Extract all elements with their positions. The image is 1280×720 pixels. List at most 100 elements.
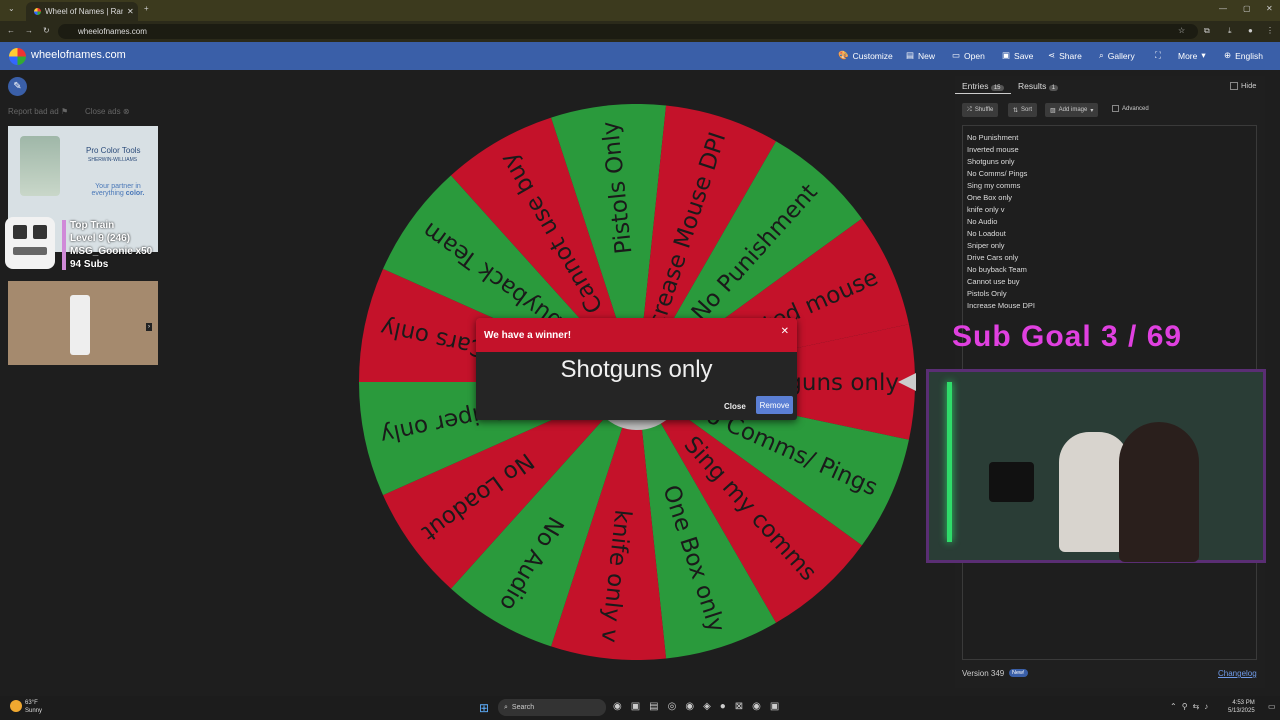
dialog-close-icon[interactable]: ✕ xyxy=(781,326,789,337)
start-icon[interactable]: ⊞ xyxy=(479,701,489,715)
shuffle-icon: ⤮ xyxy=(967,106,972,113)
nav-gallery[interactable]: ⌕ Gallery xyxy=(1099,50,1135,61)
shuffle-button[interactable]: ⤮ Shuffle xyxy=(962,103,999,117)
changelog-link[interactable]: Changelog xyxy=(1218,669,1257,678)
sort-button[interactable]: ⇅ Sort xyxy=(1008,103,1038,117)
forward-icon[interactable]: → xyxy=(25,26,33,35)
hide-toggle[interactable]: Hide xyxy=(1230,81,1256,90)
nav-customize[interactable]: 🎨 Customize xyxy=(838,50,893,61)
bottle-image xyxy=(70,295,90,355)
ad-brand: SHERWIN-WILLIAMS xyxy=(88,157,138,163)
search-icon: ⌕ xyxy=(1099,50,1104,60)
nav-label: Customize xyxy=(852,50,893,61)
train-subs: 94 Subs xyxy=(70,259,109,270)
notification-icon[interactable]: ▭ xyxy=(1268,702,1276,711)
system-tray-icons[interactable]: ⌃⚲⇆♪ xyxy=(1170,702,1213,711)
taskbar-search-label: Search xyxy=(511,704,535,711)
edit-pencil-button[interactable]: ✎ xyxy=(8,77,27,96)
shuffle-label: Shuffle xyxy=(974,107,994,113)
hide-checkbox[interactable] xyxy=(1230,81,1238,90)
entry-line: Drive Cars only xyxy=(967,253,1019,262)
ad-tagline: Your partner in everything color. xyxy=(84,183,152,197)
minimize-icon[interactable]: — xyxy=(1219,4,1227,13)
train-title: Top Train xyxy=(70,220,115,231)
hide-label: Hide xyxy=(1241,81,1257,90)
sort-label: Sort xyxy=(1021,107,1033,113)
close-window-icon[interactable]: ✕ xyxy=(1266,4,1273,13)
share-icon: ⋖ xyxy=(1048,50,1056,60)
sort-icon: ⇅ xyxy=(1013,107,1019,114)
nav-label: Save xyxy=(1014,50,1034,61)
nav-label: New xyxy=(918,50,936,61)
tab-entries[interactable]: Entries 15 xyxy=(962,81,1004,91)
remove-button[interactable]: Remove xyxy=(756,396,793,414)
browser-tab[interactable]: Wheel of Names | Random ✕ xyxy=(26,2,138,21)
weather-condition: Sunny xyxy=(25,708,43,714)
results-count-badge: 1 xyxy=(1048,85,1059,91)
profile-icon[interactable]: ● xyxy=(1248,26,1253,35)
top-train-info: Top Train Level 9 (246) MSG_Goonie x50 9… xyxy=(70,219,152,271)
taskbar-search[interactable]: ⌕ Search xyxy=(498,699,606,716)
bookmark-icon[interactable]: ☆ xyxy=(1178,26,1185,35)
add-image-button[interactable]: ▨ Add image ▾ xyxy=(1045,103,1099,117)
menu-icon[interactable]: ⋮ xyxy=(1266,26,1274,35)
weather-widget[interactable]: 63°F Sunny xyxy=(25,699,42,715)
back-icon[interactable]: ← xyxy=(7,26,15,35)
tab-search-icon[interactable]: ⌄ xyxy=(8,4,15,13)
new-badge: New! xyxy=(1009,669,1028,677)
entries-count-badge: 15 xyxy=(990,85,1004,91)
site-logo-icon[interactable] xyxy=(9,48,26,65)
nav-label: Gallery xyxy=(1107,50,1135,61)
nav-language[interactable]: ⊕ English xyxy=(1224,50,1263,61)
close-ads-link[interactable]: Close ads ⊗ xyxy=(85,107,130,116)
favicon-icon xyxy=(34,8,41,15)
add-image-label: Add image xyxy=(1058,107,1088,113)
chevron-down-icon: ▾ xyxy=(1090,107,1094,114)
nav-open[interactable]: ▭ Open xyxy=(952,50,985,61)
new-tab-icon[interactable]: + xyxy=(144,4,149,13)
train-gifter: MSG_Goonie x50 xyxy=(70,246,153,257)
url-input[interactable]: wheelofnames.com xyxy=(58,24,1198,39)
advanced-checkbox[interactable] xyxy=(1112,105,1119,112)
close-button[interactable]: Close xyxy=(724,402,746,411)
temperature: 63°F xyxy=(25,700,38,706)
extensions-icon[interactable]: ⧉ xyxy=(1204,26,1210,36)
version-label: Version 349 xyxy=(962,669,1005,678)
ad-title: Pro Color Tools xyxy=(86,146,141,155)
dialog-header: We have a winner! xyxy=(476,318,797,352)
clock-time: 4:53 PM xyxy=(1232,700,1255,706)
entry-line: No Audio xyxy=(967,217,998,226)
image-icon: ▨ xyxy=(1050,107,1056,114)
train-progress-bar xyxy=(62,220,66,270)
skip-ad-icon[interactable]: › xyxy=(146,323,152,331)
sub-goal-overlay: Sub Goal 3 / 69 xyxy=(952,320,1183,353)
tab-results-label: Results xyxy=(1018,81,1047,91)
nav-label: Share xyxy=(1059,50,1082,61)
report-ad-link[interactable]: Report bad ad ⚑ xyxy=(8,107,68,116)
tab-underline xyxy=(955,93,1011,94)
clock[interactable]: 4:53 PM 5/13/2025 xyxy=(1228,699,1255,715)
nav-new[interactable]: ▤ New xyxy=(906,50,935,61)
dialog-title: We have a winner! xyxy=(484,329,572,341)
advanced-toggle[interactable]: Advanced xyxy=(1112,105,1149,112)
nav-save[interactable]: ▣ Save xyxy=(1002,50,1033,61)
reload-icon[interactable]: ↻ xyxy=(43,26,50,35)
nav-label: More xyxy=(1178,50,1198,61)
pinned-apps[interactable]: ◉▣▤◎◉◈●⊠◉▣ xyxy=(613,701,788,712)
entry-line: Increase Mouse DPI xyxy=(967,301,1035,310)
ad-banner-lotion[interactable]: › xyxy=(8,281,158,365)
train-level: Level 9 (246) xyxy=(70,233,131,244)
entry-line: No Loadout xyxy=(967,229,1006,238)
maximize-icon[interactable]: ▢ xyxy=(1243,4,1251,13)
entry-line: No Punishment xyxy=(967,133,1019,142)
streamer-image xyxy=(1119,422,1199,562)
close-tab-icon[interactable]: ✕ xyxy=(127,7,134,16)
nav-more[interactable]: More ▾ xyxy=(1178,50,1206,61)
fullscreen-icon[interactable]: ⛶ xyxy=(1155,50,1161,61)
site-name[interactable]: wheelofnames.com xyxy=(31,49,126,61)
nav-share[interactable]: ⋖ Share xyxy=(1048,50,1082,61)
weather-icon[interactable] xyxy=(10,700,22,712)
download-icon[interactable]: ⤓ xyxy=(1228,26,1232,36)
tab-results[interactable]: Results 1 xyxy=(1018,81,1059,91)
flag-icon: ⚑ xyxy=(60,107,69,116)
